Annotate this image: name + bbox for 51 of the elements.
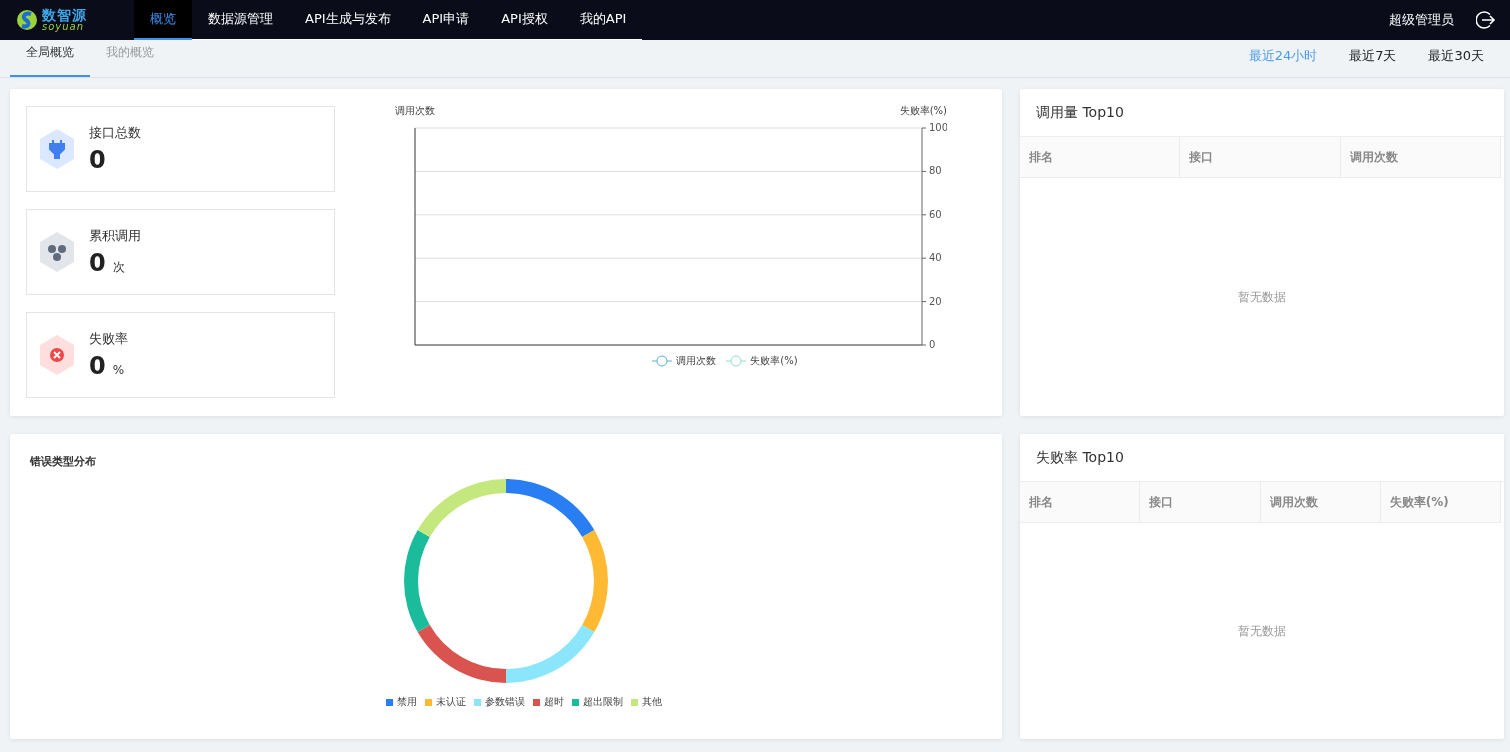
time-range-tab[interactable]: 最近30天 bbox=[1412, 39, 1500, 77]
legend-label: 禁用 bbox=[397, 695, 417, 709]
panel-title: 错误类型分布 bbox=[30, 454, 97, 469]
stat-label: 累积调用 bbox=[89, 227, 141, 245]
axis-tick-label: 20 bbox=[929, 295, 942, 307]
column-header: 接口 bbox=[1140, 482, 1261, 522]
logo-subtitle: soyuan bbox=[42, 22, 85, 32]
axis-tick-label: 100 bbox=[929, 122, 947, 133]
column-header: 调用次数 bbox=[1260, 482, 1381, 522]
time-range-tab[interactable]: 最近7天 bbox=[1333, 39, 1413, 77]
logo-name: 数智源 bbox=[42, 8, 87, 22]
stat-value: 0 bbox=[89, 352, 106, 380]
axis-tick-label: 60 bbox=[929, 208, 942, 220]
nav-tab[interactable]: API授权 bbox=[485, 0, 564, 40]
legend-label: 其他 bbox=[642, 695, 662, 709]
logo-icon bbox=[16, 9, 38, 31]
axis-title: 失败率(%) bbox=[899, 104, 947, 118]
axis-tick-label: 40 bbox=[929, 252, 942, 264]
legend-label: 参数错误 bbox=[485, 695, 525, 709]
stat-label: 失败率 bbox=[89, 330, 128, 348]
stat-unit: 次 bbox=[112, 259, 125, 276]
nav-tab[interactable]: 我的API bbox=[563, 0, 643, 40]
column-header: 失败率(%) bbox=[1380, 482, 1501, 522]
nav-tab[interactable]: API申请 bbox=[406, 0, 486, 40]
sub-tab[interactable]: 全局概览 bbox=[10, 39, 90, 77]
axis-tick-label: 80 bbox=[929, 165, 942, 177]
empty-message: 暂无数据 bbox=[1238, 288, 1286, 306]
plug-icon bbox=[39, 129, 75, 169]
legend-label: 失败率(%) bbox=[750, 354, 798, 368]
empty-message: 暂无数据 bbox=[1238, 622, 1286, 640]
cluster-icon bbox=[39, 232, 75, 272]
axis-tick-label: 0 bbox=[929, 339, 936, 348]
stat-value: 0 bbox=[89, 249, 106, 277]
column-header: 排名 bbox=[1020, 482, 1141, 522]
stat-value: 0 bbox=[89, 146, 106, 174]
nav-tab[interactable]: API生成与发布 bbox=[289, 0, 407, 40]
column-header: 排名 bbox=[1020, 137, 1181, 177]
stat-label: 接口总数 bbox=[89, 124, 141, 142]
error-icon bbox=[39, 335, 75, 375]
column-header: 接口 bbox=[1180, 137, 1341, 177]
stat-unit: % bbox=[112, 363, 125, 377]
axis-title: 调用次数 bbox=[395, 104, 435, 118]
user-name[interactable]: 超级管理员 bbox=[1389, 11, 1454, 29]
legend-label: 超出限制 bbox=[583, 695, 623, 709]
legend-label: 超时 bbox=[544, 695, 564, 709]
nav-tab[interactable]: 数据源管理 bbox=[192, 0, 289, 40]
legend-label: 未认证 bbox=[436, 695, 466, 709]
nav-tab[interactable]: 概览 bbox=[134, 0, 192, 40]
logout-icon[interactable] bbox=[1476, 10, 1496, 30]
column-header: 调用次数 bbox=[1340, 137, 1501, 177]
legend-label: 调用次数 bbox=[676, 354, 717, 368]
